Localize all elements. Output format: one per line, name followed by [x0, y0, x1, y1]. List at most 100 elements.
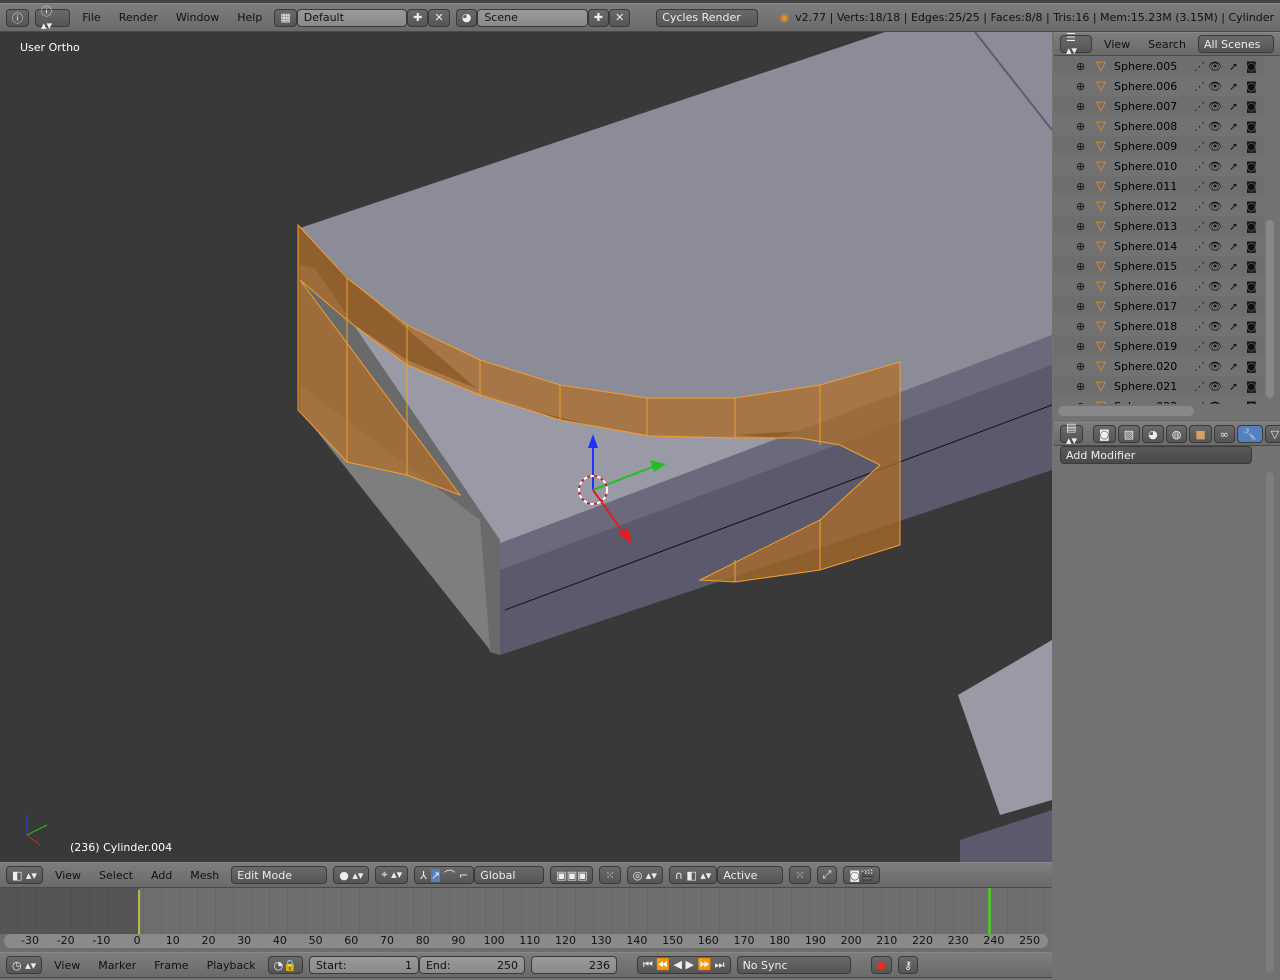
tab-data-icon[interactable]: ▽: [1264, 425, 1280, 443]
render-camera-icon[interactable]: ◙: [1246, 180, 1257, 193]
expand-icon[interactable]: ⊕: [1076, 380, 1085, 393]
outliner-item[interactable]: ⊕ ▽ Sphere.010 ⋰ 👁 ➚ ◙: [1054, 156, 1264, 176]
menu-playback[interactable]: Playback: [201, 959, 262, 972]
scale-icon[interactable]: ⌐: [459, 869, 468, 882]
expand-icon[interactable]: ⊕: [1076, 360, 1085, 373]
render-camera-icon[interactable]: ◙: [1246, 220, 1257, 233]
outliner-menu-view[interactable]: View: [1098, 38, 1136, 51]
outliner-item[interactable]: ⊕ ▽ Sphere.018 ⋰ 👁 ➚ ◙: [1054, 316, 1264, 336]
select-cursor-icon[interactable]: ➚: [1229, 240, 1238, 253]
opengl-render-icon[interactable]: ⤢: [816, 866, 838, 884]
visibility-eye-icon[interactable]: 👁: [1208, 380, 1222, 393]
expand-icon[interactable]: ⊕: [1076, 300, 1085, 313]
menu-help[interactable]: Help: [231, 11, 268, 24]
orientation-select[interactable]: Global: [474, 866, 545, 884]
expand-icon[interactable]: ⊕: [1076, 180, 1085, 193]
select-cursor-icon[interactable]: ➚: [1229, 160, 1238, 173]
render-camera-icon[interactable]: ◙: [1246, 260, 1257, 273]
outliner-item[interactable]: ⊕ ▽ Sphere.016 ⋰ 👁 ➚ ◙: [1054, 276, 1264, 296]
outliner-filter-select[interactable]: All Scenes: [1197, 35, 1274, 53]
visibility-eye-icon[interactable]: 👁: [1208, 340, 1222, 353]
visibility-eye-icon[interactable]: 👁: [1208, 160, 1222, 173]
expand-icon[interactable]: ⊕: [1076, 240, 1085, 253]
info-editor-icon[interactable]: ⓘ: [6, 8, 29, 27]
select-cursor-icon[interactable]: ➚: [1229, 320, 1238, 333]
outliner-menu-search[interactable]: Search: [1142, 38, 1192, 51]
expand-icon[interactable]: ⊕: [1076, 120, 1085, 133]
translate-icon[interactable]: ↗: [430, 868, 441, 882]
outliner-item[interactable]: ⊕ ▽ Sphere.015 ⋰ 👁 ➚ ◙: [1054, 256, 1264, 276]
scene-remove-icon[interactable]: ✕: [609, 8, 631, 27]
select-mode-icons[interactable]: ▣▣▣: [550, 866, 594, 884]
select-cursor-icon[interactable]: ➚: [1229, 220, 1238, 233]
select-cursor-icon[interactable]: ➚: [1229, 360, 1238, 373]
end-frame-field[interactable]: End: 250: [418, 956, 525, 974]
menu-file[interactable]: File: [76, 11, 106, 24]
visibility-eye-icon[interactable]: 👁: [1208, 240, 1222, 253]
3d-viewport[interactable]: User Ortho (236) Cylinder.004: [0, 32, 1052, 862]
render-camera-icon[interactable]: ◙: [1246, 120, 1257, 133]
expand-icon[interactable]: ⊕: [1076, 260, 1085, 273]
render-camera-icon[interactable]: ◙: [1246, 400, 1257, 405]
outliner-editor-icon[interactable]: ☰ ▴▾: [1060, 31, 1093, 57]
layout-add-icon[interactable]: ✚: [407, 8, 429, 27]
select-cursor-icon[interactable]: ➚: [1229, 60, 1238, 73]
select-cursor-icon[interactable]: ➚: [1229, 120, 1238, 133]
select-cursor-icon[interactable]: ➚: [1229, 280, 1238, 293]
visibility-eye-icon[interactable]: 👁: [1208, 120, 1222, 133]
render-camera-icon[interactable]: ◙: [1246, 320, 1257, 333]
render-camera-icon[interactable]: ◙: [1246, 380, 1257, 393]
expand-icon[interactable]: ⊕: [1076, 320, 1085, 333]
select-cursor-icon[interactable]: ➚: [1229, 140, 1238, 153]
render-camera-icon[interactable]: ◙: [1246, 160, 1257, 173]
current-frame-indicator[interactable]: [988, 888, 991, 934]
editor-type-button[interactable]: ⓘ ▴▾: [35, 5, 71, 32]
current-frame-field[interactable]: 236: [530, 956, 617, 974]
layout-icon[interactable]: ▦: [274, 8, 297, 27]
render-camera-icon[interactable]: ◙: [1246, 60, 1257, 73]
select-cursor-icon[interactable]: ➚: [1229, 200, 1238, 213]
visibility-eye-icon[interactable]: 👁: [1208, 220, 1222, 233]
outliner-item[interactable]: ⊕ ▽ Sphere.021 ⋰ 👁 ➚ ◙: [1054, 376, 1264, 396]
visibility-eye-icon[interactable]: 👁: [1208, 100, 1222, 113]
menu-mesh[interactable]: Mesh: [184, 869, 225, 882]
tab-layers-icon[interactable]: ▧: [1117, 425, 1141, 443]
expand-icon[interactable]: ⊕: [1076, 160, 1085, 173]
render-engine-select[interactable]: Cycles Render: [656, 8, 758, 27]
select-cursor-icon[interactable]: ➚: [1229, 260, 1238, 273]
outliner-item[interactable]: ⊕ ▽ Sphere.020 ⋰ 👁 ➚ ◙: [1054, 356, 1264, 376]
preview-range-icon[interactable]: ◔🔒: [267, 956, 303, 974]
outliner-vscroll[interactable]: [1266, 220, 1274, 398]
expand-icon[interactable]: ⊕: [1076, 140, 1085, 153]
tab-modifiers-wrench-icon[interactable]: 🔧: [1236, 425, 1263, 443]
outliner-hscroll[interactable]: [1058, 406, 1194, 416]
outliner-item[interactable]: ⊕ ▽ Sphere.008 ⋰ 👁 ➚ ◙: [1054, 116, 1264, 136]
expand-icon[interactable]: ⊕: [1076, 400, 1085, 405]
render-camera-icon[interactable]: ◙: [1246, 280, 1257, 293]
outliner-item[interactable]: ⊕ ▽ Sphere.014 ⋰ 👁 ➚ ◙: [1054, 236, 1264, 256]
menu-marker[interactable]: Marker: [92, 959, 142, 972]
expand-icon[interactable]: ⊕: [1076, 280, 1085, 293]
keying-set-icon[interactable]: ⚷: [898, 956, 919, 974]
outliner-item[interactable]: ⊕ ▽ Sphere.013 ⋰ 👁 ➚ ◙: [1054, 216, 1264, 236]
sync-select[interactable]: No Sync: [736, 956, 851, 974]
select-cursor-icon[interactable]: ➚: [1229, 400, 1238, 405]
outliner-item[interactable]: ⊕ ▽ Sphere.009 ⋰ 👁 ➚ ◙: [1054, 136, 1264, 156]
scene-icon[interactable]: ◕: [455, 8, 478, 27]
menu-render[interactable]: Render: [113, 11, 164, 24]
timeline-area[interactable]: -30 -20 -10 0 10 20 30 40 50 60 70 80 90 100 110 120 130…: [0, 888, 1052, 952]
visibility-eye-icon[interactable]: 👁: [1208, 200, 1222, 213]
render-still-icon[interactable]: ◙🎬: [843, 866, 880, 884]
visibility-eye-icon[interactable]: 👁: [1208, 360, 1222, 373]
select-cursor-icon[interactable]: ➚: [1229, 380, 1238, 393]
outliner-item[interactable]: ⊕ ▽ Sphere.022 ⋰👁 ➚ ◙: [1054, 396, 1264, 405]
outliner-item[interactable]: ⊕ ▽ Sphere.005 ⋰ 👁 ➚ ◙: [1054, 56, 1264, 76]
tab-object-icon[interactable]: ■: [1189, 425, 1212, 443]
select-cursor-icon[interactable]: ➚: [1229, 80, 1238, 93]
visibility-eye-icon[interactable]: 👁: [1208, 180, 1222, 193]
tab-render-icon[interactable]: ◙: [1093, 425, 1116, 443]
visibility-eye-icon[interactable]: 👁: [1208, 300, 1222, 313]
proportional-icon[interactable]: ◎ ▴▾: [626, 866, 663, 884]
record-icon[interactable]: ●: [870, 956, 893, 974]
menu-view[interactable]: View: [49, 869, 87, 882]
